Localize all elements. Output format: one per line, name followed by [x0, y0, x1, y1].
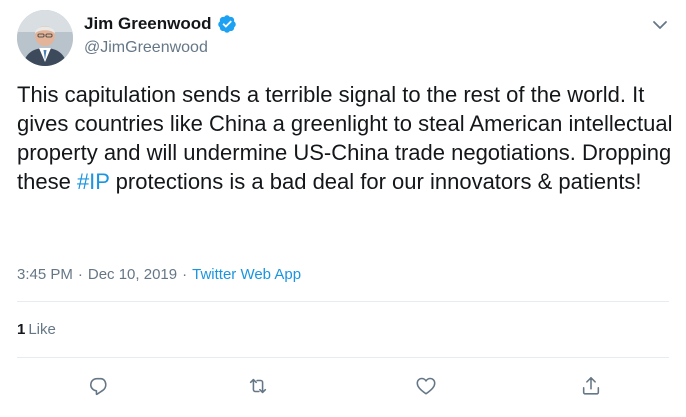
author-name-row[interactable]: Jim Greenwood — [84, 14, 237, 34]
retweet-icon — [246, 375, 270, 402]
display-name[interactable]: Jim Greenwood — [84, 14, 212, 34]
tweet-time[interactable]: 3:45 PM — [17, 266, 73, 283]
tweet-card: Jim Greenwood @JimGreenwood This capitul… — [0, 0, 686, 417]
like-button[interactable] — [411, 373, 441, 403]
meta-separator: · — [182, 266, 188, 283]
divider — [17, 301, 669, 302]
tweet-source-link[interactable]: Twitter Web App — [192, 266, 301, 283]
avatar[interactable] — [17, 10, 73, 66]
tweet-date[interactable]: Dec 10, 2019 — [88, 266, 177, 283]
reply-icon — [88, 375, 110, 402]
tweet-text: This capitulation sends a terrible signa… — [17, 80, 677, 196]
heart-icon — [415, 375, 437, 402]
likes-label: Like — [28, 321, 56, 338]
retweet-button[interactable] — [243, 373, 273, 403]
likes-count: 1 — [17, 321, 26, 338]
tweet-text-part: protections is a bad deal for our innova… — [109, 169, 642, 194]
user-handle[interactable]: @JimGreenwood — [84, 39, 208, 57]
share-icon — [580, 375, 602, 402]
hashtag-link[interactable]: #IP — [77, 169, 110, 194]
reply-button[interactable] — [84, 373, 114, 403]
tweet-meta: 3:45 PM · Dec 10, 2019 · Twitter Web App — [17, 266, 301, 283]
likes-stat[interactable]: 1 Like — [17, 321, 56, 338]
share-button[interactable] — [576, 373, 606, 403]
divider — [17, 357, 669, 358]
meta-separator: · — [77, 266, 83, 283]
chevron-down-icon[interactable] — [651, 18, 669, 32]
action-bar — [0, 373, 686, 403]
verified-badge-icon — [217, 14, 237, 34]
